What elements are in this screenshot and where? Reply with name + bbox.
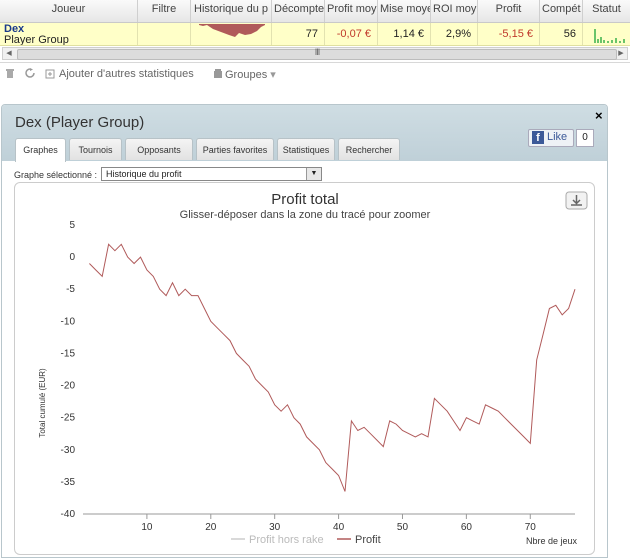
x-axis-label: Nbre de jeux (526, 536, 578, 546)
add-stats-icon[interactable] (45, 68, 55, 82)
y-tick-label: -40 (61, 509, 76, 520)
grid-toolbar: Ajouter d'autres statistiques Groupes ▾ (0, 66, 630, 86)
facebook-like-button[interactable]: f Like (528, 129, 574, 147)
like-label: Like (547, 131, 568, 143)
col-filtre[interactable]: Filtre (138, 0, 191, 22)
groups-icon[interactable] (213, 68, 223, 82)
count-value: 77 (272, 23, 325, 45)
col-profit-moy[interactable]: Profit moy (325, 0, 378, 22)
col-roi-moy[interactable]: ROI moy (431, 0, 478, 22)
filter-cell (138, 23, 191, 45)
y-tick-label: -35 (61, 477, 76, 488)
trash-icon[interactable] (5, 68, 15, 82)
graph-selector-label: Graphe sélectionné : (14, 170, 98, 180)
stats-grid: Joueur Filtre Historique du p Décompte P… (0, 0, 630, 63)
col-compet[interactable]: Compét (540, 0, 583, 22)
graph-selector[interactable]: Historique du profit ▼ (101, 167, 322, 181)
add-stats-link[interactable]: Ajouter d'autres statistiques (59, 68, 194, 80)
col-mise-moy[interactable]: Mise moye (378, 0, 431, 22)
compet-value: 56 (540, 23, 583, 45)
col-decompte[interactable]: Décompte (272, 0, 325, 22)
table-row[interactable]: Dex Player Group 77 -0,07 € 1,14 € 2,9% … (0, 23, 630, 46)
x-tick-label: 60 (461, 522, 473, 533)
chevron-down-icon: ▾ (270, 69, 276, 81)
download-button[interactable] (565, 191, 588, 210)
x-tick-label: 10 (141, 522, 153, 533)
history-sparkline (199, 24, 265, 37)
legend-item[interactable]: Profit (355, 534, 381, 546)
roi-avg-value: 2,9% (431, 23, 478, 45)
status-cell (583, 23, 630, 45)
chart-container: Profit total Glisser-déposer dans la zon… (14, 182, 595, 555)
status-bars-icon (594, 29, 625, 43)
profit-avg-value: -0,07 € (325, 23, 378, 45)
y-tick-label: -15 (61, 348, 76, 359)
scrollbar-thumb[interactable]: III (17, 47, 617, 60)
col-profit[interactable]: Profit (478, 0, 540, 22)
legend-item[interactable]: Profit hors rake (249, 534, 324, 546)
x-tick-label: 50 (397, 522, 409, 533)
chevron-down-icon[interactable]: ▼ (306, 168, 321, 180)
grid-header: Joueur Filtre Historique du p Décompte P… (0, 0, 630, 23)
y-axis-label: Total cumulé (EUR) (38, 368, 47, 438)
player-cell[interactable]: Dex Player Group (0, 23, 138, 45)
panel-title: Dex (Player Group) (15, 114, 145, 131)
player-group: Player Group (4, 34, 69, 46)
chart-subtitle: Glisser-déposer dans la zone du tracé po… (180, 209, 431, 221)
y-tick-label: -25 (61, 413, 76, 424)
y-tick-label: -10 (61, 316, 76, 327)
graph-selector-value: Historique du profit (106, 169, 182, 179)
tab-statistiques[interactable]: Statistiques (277, 138, 335, 160)
x-tick-label: 40 (333, 522, 345, 533)
col-joueur[interactable]: Joueur (0, 0, 138, 22)
x-tick-label: 20 (205, 522, 217, 533)
y-tick-label: -30 (61, 445, 76, 456)
tab-graphes[interactable]: Graphes (15, 138, 66, 162)
x-tick-label: 70 (525, 522, 537, 533)
horizontal-scrollbar[interactable]: ◀ III ▶ (2, 47, 628, 60)
player-panel: Dex (Player Group) × f Like 0 Graphes To… (1, 104, 608, 558)
tab-opposants[interactable]: Opposants (125, 138, 193, 160)
tab-tournois[interactable]: Tournois (69, 138, 122, 160)
panel-header: Dex (Player Group) × f Like 0 Graphes To… (2, 105, 607, 162)
groups-dropdown[interactable]: Groupes ▾ (225, 68, 276, 81)
close-icon[interactable]: × (595, 108, 603, 123)
scroll-right-arrow-icon[interactable]: ▶ (615, 48, 627, 59)
scroll-left-arrow-icon[interactable]: ◀ (3, 48, 15, 59)
like-count: 0 (576, 129, 594, 147)
history-sparkline-cell (191, 23, 272, 45)
y-tick-label: 5 (69, 220, 75, 231)
scroll-grip: III (314, 47, 320, 57)
profit-chart[interactable]: Profit total Glisser-déposer dans la zon… (15, 183, 594, 554)
tab-rechercher[interactable]: Rechercher (338, 138, 400, 160)
chart-legend: Profit hors rake Profit (231, 534, 381, 546)
tab-parties-favorites[interactable]: Parties favorites (196, 138, 274, 160)
y-tick-label: 0 (69, 252, 75, 263)
profit-value: -5,15 € (478, 23, 540, 45)
groups-label: Groupes (225, 69, 268, 81)
facebook-icon: f (532, 131, 544, 144)
x-tick-label: 30 (269, 522, 281, 533)
col-historique[interactable]: Historique du p (191, 0, 272, 22)
col-statut[interactable]: Statut (583, 0, 630, 22)
series-line-profit[interactable] (89, 243, 576, 492)
y-tick-label: -20 (61, 381, 76, 392)
chart-title: Profit total (271, 191, 339, 208)
y-tick-label: -5 (66, 284, 75, 295)
stake-avg-value: 1,14 € (378, 23, 431, 45)
refresh-icon[interactable] (25, 68, 36, 82)
